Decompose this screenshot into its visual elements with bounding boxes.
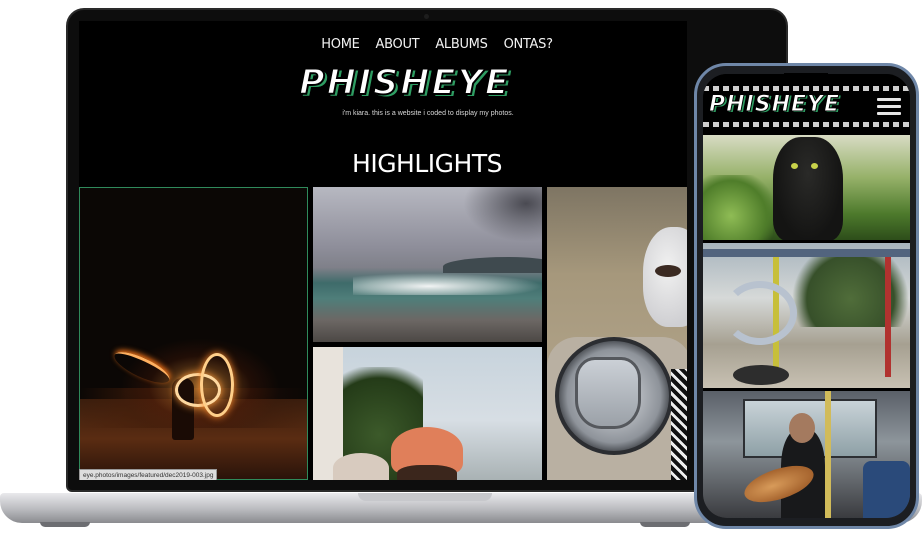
laptop-foot xyxy=(640,522,690,527)
photo-playground[interactable] xyxy=(703,240,910,388)
phone-notch xyxy=(784,73,828,81)
mobile-website: PHISHEYE xyxy=(703,74,910,518)
film-perforation xyxy=(703,122,910,127)
site-logo-text: PHISHEYE xyxy=(298,62,511,104)
nav-albums[interactable]: ALBUMS xyxy=(435,37,488,52)
site-tagline: i'm kiara. this is a website i coded to … xyxy=(342,110,514,117)
film-perforation xyxy=(703,86,910,91)
photo-luchador[interactable] xyxy=(547,187,687,480)
laptop-notch xyxy=(358,493,492,501)
highlights-heading: HIGHLIGHTS xyxy=(352,149,502,178)
nav-ontas[interactable]: ONTAS? xyxy=(504,37,553,52)
site-logo[interactable]: PHISHEYE xyxy=(298,62,549,107)
photo-fire-dancer[interactable] xyxy=(79,187,308,480)
nav-home[interactable]: HOME xyxy=(321,37,360,52)
main-nav: HOME ABOUT ALBUMS ONTAS? xyxy=(79,37,687,52)
laptop-foot xyxy=(40,522,90,527)
nav-about[interactable]: ABOUT xyxy=(376,37,420,52)
laptop-camera xyxy=(424,14,429,19)
status-bar-url: eye.photos/images/featured/dec2019-003.j… xyxy=(79,469,218,480)
photo-ocean-wave[interactable] xyxy=(313,187,542,342)
hamburger-menu-icon[interactable] xyxy=(877,98,901,116)
mobile-header: PHISHEYE xyxy=(703,74,910,132)
mobile-logo[interactable]: PHISHEYE xyxy=(709,92,840,118)
photo-beanie-portrait[interactable] xyxy=(313,347,542,480)
desktop-website: HOME ABOUT ALBUMS ONTAS? PHISHEYE i'm ki… xyxy=(79,21,687,480)
photo-bus-guitarist[interactable] xyxy=(703,388,910,518)
photo-black-cat[interactable] xyxy=(703,132,910,240)
